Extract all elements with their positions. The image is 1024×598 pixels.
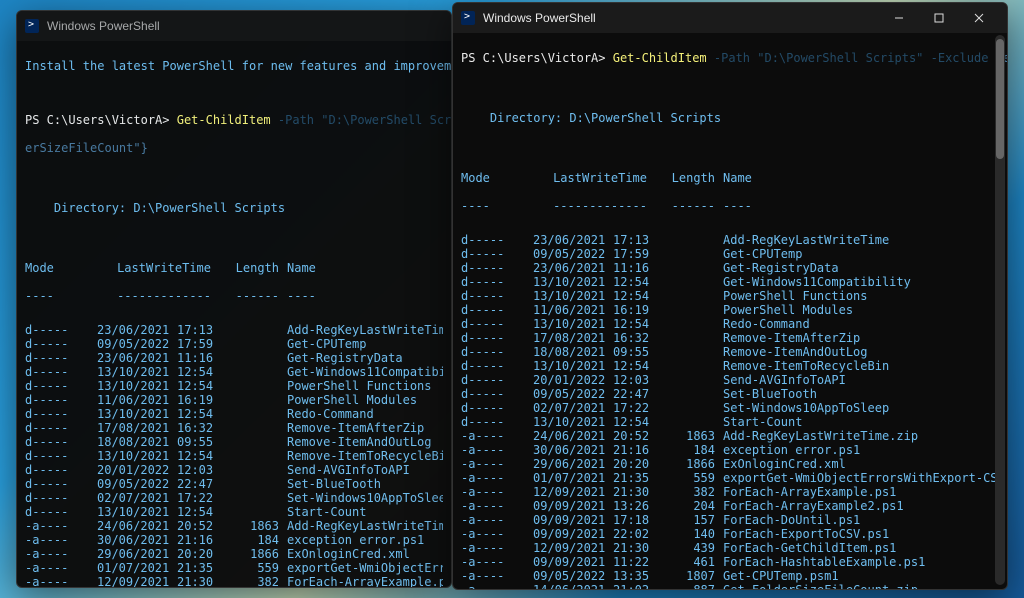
- list-item: -a----29/06/202120:201866ExOnloginCred.x…: [461, 457, 999, 471]
- list-item: -a----01/07/202121:35559exportGet-WmiObj…: [461, 471, 999, 485]
- list-item: d-----13/10/202112:54Start-Count: [461, 415, 999, 429]
- list-item: d-----23/06/202111:16Get-RegistryData: [461, 261, 999, 275]
- list-item: d-----09/05/202217:59Get-CPUTemp: [461, 247, 999, 261]
- powershell-window-front[interactable]: Windows PowerShell PS C:\Users\VictorA> …: [452, 2, 1008, 590]
- minimize-button[interactable]: [879, 3, 919, 33]
- prompt-continuation: erSizeFileCount"}: [25, 141, 443, 155]
- column-dashes-front: ---------------------------: [461, 199, 999, 213]
- list-item: d-----23/06/202117:13Add-RegKeyLastWrite…: [461, 233, 999, 247]
- list-item: d-----13/10/202112:54Redo-Command: [25, 407, 443, 421]
- list-item: -a----14/06/202121:02887Get-FolderSizeFi…: [461, 583, 999, 589]
- powershell-window-back[interactable]: Windows PowerShell Install the latest Po…: [16, 10, 452, 588]
- list-item: d-----20/01/202212:03Send-AVGInfoToAPI: [461, 373, 999, 387]
- list-item: -a----09/09/202111:22461ForEach-Hashtabl…: [461, 555, 999, 569]
- column-headers-back: ModeLastWriteTimeLengthName: [25, 261, 443, 275]
- list-item: d-----17/08/202116:32Remove-ItemAfterZip: [25, 421, 443, 435]
- list-item: d-----18/08/202109:55Remove-ItemAndOutLo…: [25, 435, 443, 449]
- prompt-line-back: PS C:\Users\VictorA> Get-ChildItem -Path…: [25, 113, 443, 127]
- window-title-front: Windows PowerShell: [483, 11, 596, 25]
- list-item: d-----13/10/202112:54Remove-ItemToRecycl…: [461, 359, 999, 373]
- list-item: d-----11/06/202116:19PowerShell Modules: [25, 393, 443, 407]
- list-item: -a----24/06/202120:521863Add-RegKeyLastW…: [461, 429, 999, 443]
- list-item: d-----13/10/202112:54Get-Windows11Compat…: [25, 365, 443, 379]
- scrollbar[interactable]: [995, 35, 1005, 585]
- list-item: d-----02/07/202117:22Set-Windows10AppToS…: [25, 491, 443, 505]
- list-item: -a----12/09/202121:30382ForEach-ArrayExa…: [461, 485, 999, 499]
- column-dashes-back: ---------------------------: [25, 289, 443, 303]
- window-controls: [879, 3, 999, 33]
- maximize-button[interactable]: [919, 3, 959, 33]
- list-item: d-----17/08/202116:32Remove-ItemAfterZip: [461, 331, 999, 345]
- terminal-front[interactable]: PS C:\Users\VictorA> Get-ChildItem -Path…: [453, 33, 1007, 589]
- directory-label-front: Directory: D:\PowerShell Scripts: [461, 111, 999, 125]
- titlebar-front[interactable]: Windows PowerShell: [453, 3, 1007, 33]
- titlebar-back[interactable]: Windows PowerShell: [17, 11, 451, 41]
- list-item: -a----12/09/202121:30382ForEach-ArrayExa…: [25, 575, 443, 587]
- list-item: -a----09/09/202113:26204ForEach-ArrayExa…: [461, 499, 999, 513]
- terminal-back[interactable]: Install the latest PowerShell for new fe…: [17, 41, 451, 587]
- list-item: -a----01/07/202121:35559exportGet-WmiObj…: [25, 561, 443, 575]
- powershell-icon: [25, 19, 39, 33]
- scrollbar-thumb[interactable]: [996, 39, 1004, 159]
- banner-line: Install the latest PowerShell for new fe…: [25, 59, 443, 73]
- list-item: -a----09/05/202213:351807Get-CPUTemp.psm…: [461, 569, 999, 583]
- list-item: d-----02/07/202117:22Set-Windows10AppToS…: [461, 401, 999, 415]
- list-item: -a----09/09/202117:18157ForEach-DoUntil.…: [461, 513, 999, 527]
- window-title-back: Windows PowerShell: [47, 19, 160, 33]
- list-item: d-----18/08/202109:55Remove-ItemAndOutLo…: [461, 345, 999, 359]
- list-item: d-----13/10/202112:54PowerShell Function…: [461, 289, 999, 303]
- list-item: d-----11/06/202116:19PowerShell Modules: [461, 303, 999, 317]
- list-item: d-----13/10/202112:54Get-Windows11Compat…: [461, 275, 999, 289]
- list-item: d-----23/06/202117:13Add-RegKeyLastWrite…: [25, 323, 443, 337]
- list-item: -a----12/09/202121:30439ForEach-GetChild…: [461, 541, 999, 555]
- list-item: d-----13/10/202112:54Remove-ItemToRecycl…: [25, 449, 443, 463]
- close-button[interactable]: [959, 3, 999, 33]
- list-item: d-----20/01/202212:03Send-AVGInfoToAPI: [25, 463, 443, 477]
- powershell-icon: [461, 11, 475, 25]
- file-listing-back: d-----23/06/202117:13Add-RegKeyLastWrite…: [25, 323, 443, 587]
- list-item: d-----23/06/202111:16Get-RegistryData: [25, 351, 443, 365]
- list-item: d-----09/05/202222:47Set-BlueTooth: [25, 477, 443, 491]
- prompt-line-front: PS C:\Users\VictorA> Get-ChildItem -Path…: [461, 51, 999, 65]
- list-item: -a----29/06/202120:201866ExOnloginCred.x…: [25, 547, 443, 561]
- list-item: d-----13/10/202112:54Start-Count: [25, 505, 443, 519]
- file-listing-front: d-----23/06/202117:13Add-RegKeyLastWrite…: [461, 233, 999, 589]
- list-item: -a----24/06/202120:521863Add-RegKeyLastW…: [25, 519, 443, 533]
- list-item: d-----13/10/202112:54PowerShell Function…: [25, 379, 443, 393]
- list-item: d-----09/05/202222:47Set-BlueTooth: [461, 387, 999, 401]
- directory-label-back: Directory: D:\PowerShell Scripts: [25, 201, 443, 215]
- list-item: d-----09/05/202217:59Get-CPUTemp: [25, 337, 443, 351]
- list-item: -a----30/06/202121:16184exception error.…: [25, 533, 443, 547]
- list-item: d-----13/10/202112:54Redo-Command: [461, 317, 999, 331]
- list-item: -a----09/09/202122:02140ForEach-ExportTo…: [461, 527, 999, 541]
- list-item: -a----30/06/202121:16184exception error.…: [461, 443, 999, 457]
- column-headers-front: ModeLastWriteTimeLengthName: [461, 171, 999, 185]
